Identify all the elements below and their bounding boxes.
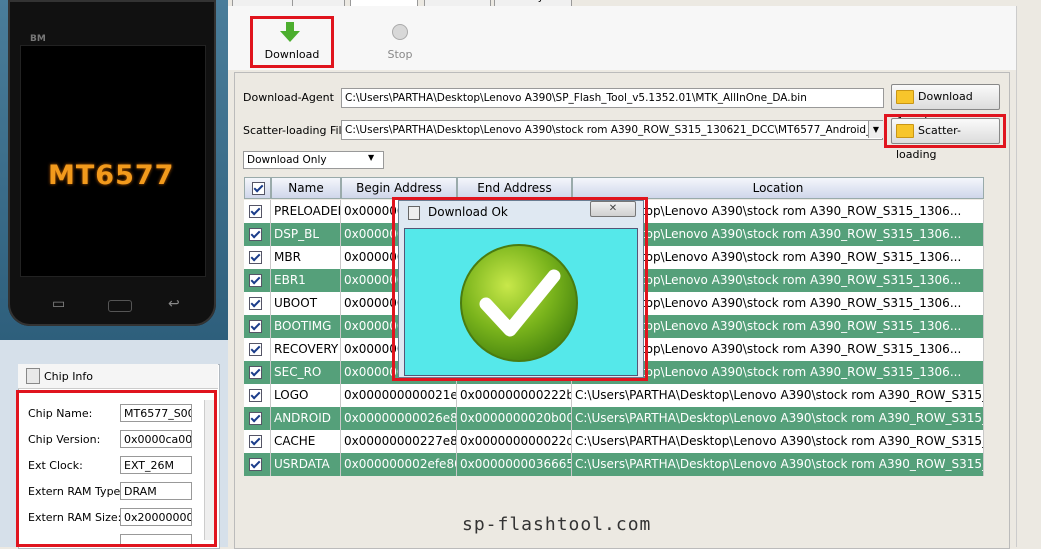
row-checkbox[interactable] — [249, 366, 262, 379]
mode-select[interactable]: Download Only — [243, 151, 384, 169]
cell-loc: C:\Users\PARTHA\Desktop\Lenovo A390\stoc… — [572, 430, 984, 453]
row-checkbox-cell[interactable] — [244, 430, 271, 453]
row-checkbox[interactable] — [249, 458, 262, 471]
cell-begin: 0x00000000026e8000 — [341, 407, 457, 430]
right-scrollbar[interactable] — [1016, 6, 1041, 547]
row-checkbox[interactable] — [249, 228, 262, 241]
header-checkbox[interactable] — [252, 182, 265, 195]
table-row[interactable]: CACHE0x00000000227e80000x000000000022d8f… — [244, 430, 984, 453]
table-row[interactable]: ANDROID0x00000000026e80000x0000000020b00… — [244, 407, 984, 430]
row-checkbox[interactable] — [249, 251, 262, 264]
scatter-highlight — [884, 114, 1006, 148]
row-checkbox-cell[interactable] — [244, 292, 271, 315]
cell-name: USRDATA — [271, 453, 341, 476]
cell-name: LOGO — [271, 384, 341, 407]
cell-name: BOOTIMG — [271, 315, 341, 338]
row-checkbox-cell[interactable] — [244, 453, 271, 476]
cell-begin: 0x00000000227e8000 — [341, 430, 457, 453]
stop-label: Stop — [387, 48, 413, 61]
cell-end: 0x000000000022d8f0c3 — [457, 430, 572, 453]
chip-info-highlight — [16, 390, 217, 547]
phone-home-icon — [108, 300, 132, 312]
scatter-dropdown-icon[interactable]: ▼ — [868, 121, 883, 138]
cell-end: 0x000000000222b6c1 — [457, 384, 572, 407]
cell-name: MBR — [271, 246, 341, 269]
folder-icon — [896, 90, 914, 104]
phone-back-icon: ↩ — [168, 296, 180, 312]
stop-button[interactable]: Stop — [372, 20, 428, 64]
cell-name: CACHE — [271, 430, 341, 453]
mode-dropdown-icon[interactable]: ▼ — [368, 153, 374, 162]
row-checkbox-cell[interactable] — [244, 384, 271, 407]
row-checkbox[interactable] — [249, 320, 262, 333]
phone-menu-icon: ▭ — [52, 296, 66, 312]
row-checkbox[interactable] — [249, 205, 262, 218]
phone-brand: BM — [30, 34, 46, 44]
download-agent-button[interactable]: Download Agent — [891, 84, 1000, 127]
toolbar — [228, 6, 1041, 70]
row-checkbox[interactable] — [249, 435, 262, 448]
header-begin-address[interactable]: Begin Address — [341, 177, 457, 199]
table-row[interactable]: USRDATA0x000000002efe80000x0000000036665… — [244, 453, 984, 476]
row-checkbox-cell[interactable] — [244, 315, 271, 338]
row-checkbox[interactable] — [249, 274, 262, 287]
download-agent-field[interactable]: C:\Users\PARTHA\Desktop\Lenovo A390\SP_F… — [341, 88, 884, 108]
cell-begin: 0x000000002efe8000 — [341, 453, 457, 476]
chip-info-icon — [26, 368, 40, 384]
cell-loc: C:\Users\PARTHA\Desktop\Lenovo A390\stoc… — [572, 407, 984, 430]
cell-loc: C:\Users\PARTHA\Desktop\Lenovo A390\stoc… — [572, 384, 984, 407]
scatter-label: Scatter-loading File — [243, 124, 349, 137]
row-checkbox-cell[interactable] — [244, 269, 271, 292]
scatter-field[interactable]: C:\Users\PARTHA\Desktop\Lenovo A390\stoc… — [341, 120, 883, 140]
row-checkbox-cell[interactable] — [244, 361, 271, 384]
cell-begin: 0x000000000021e8000 — [341, 384, 457, 407]
table-row[interactable]: LOGO0x000000000021e80000x000000000222b6c… — [244, 384, 984, 407]
header-name[interactable]: Name — [271, 177, 341, 199]
chip-info-title: Chip Info — [44, 370, 94, 383]
stop-icon — [392, 24, 408, 40]
cell-name: SEC_RO — [271, 361, 341, 384]
cell-name: ANDROID — [271, 407, 341, 430]
row-checkbox-cell[interactable] — [244, 338, 271, 361]
header-checkbox-cell[interactable] — [244, 177, 271, 199]
header-location[interactable]: Location — [572, 177, 984, 199]
row-checkbox-cell[interactable] — [244, 223, 271, 246]
watermark: sp-flashtool.com — [462, 514, 652, 535]
cell-name: DSP_BL — [271, 223, 341, 246]
cell-loc: C:\Users\PARTHA\Desktop\Lenovo A390\stoc… — [572, 453, 984, 476]
row-checkbox-cell[interactable] — [244, 246, 271, 269]
row-checkbox[interactable] — [249, 412, 262, 425]
row-checkbox[interactable] — [249, 297, 262, 310]
row-checkbox-cell[interactable] — [244, 200, 271, 223]
download-agent-label: Download-Agent — [243, 91, 334, 104]
cell-name: RECOVERY — [271, 338, 341, 361]
mode-select-value: Download Only — [247, 154, 327, 166]
cell-name: EBR1 — [271, 269, 341, 292]
cell-name: PRELOADER — [271, 200, 341, 223]
cell-end: 0x0000000020b008f7 — [457, 407, 572, 430]
row-checkbox[interactable] — [249, 389, 262, 402]
download-highlight — [250, 16, 334, 68]
row-checkbox-cell[interactable] — [244, 407, 271, 430]
header-end-address[interactable]: End Address — [457, 177, 572, 199]
dialog-highlight — [392, 197, 648, 381]
cell-end: 0x0000000036665213 — [457, 453, 572, 476]
phone-chip-label: MT6577 — [48, 160, 175, 191]
cell-name: UBOOT — [271, 292, 341, 315]
row-checkbox[interactable] — [249, 343, 262, 356]
